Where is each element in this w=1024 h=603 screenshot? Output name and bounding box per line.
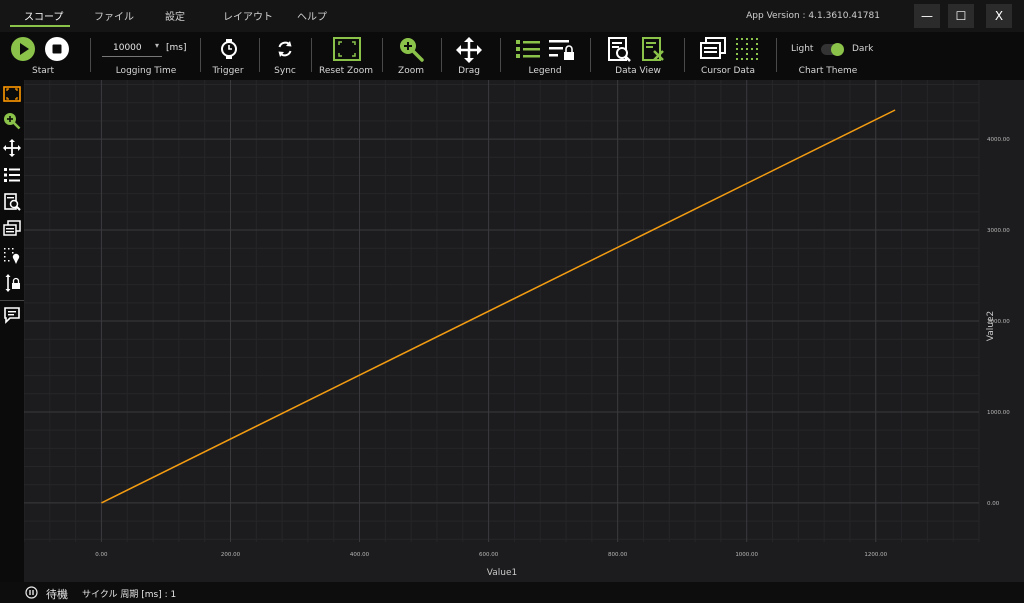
- theme-toggle-knob: [831, 43, 844, 56]
- close-button[interactable]: X: [986, 4, 1012, 28]
- drag-move-icon[interactable]: [456, 37, 482, 63]
- menu-bar: スコープ ファイル 設定 レイアウト ヘルプ App Version : 4.1…: [0, 0, 1024, 32]
- toolbar-separator: [590, 38, 591, 72]
- axis-lock-icon[interactable]: [3, 274, 21, 292]
- comment-icon[interactable]: [3, 306, 21, 324]
- theme-light-label: Light: [791, 44, 814, 54]
- legend-lock-icon[interactable]: [549, 39, 575, 61]
- toolbar-separator: [382, 38, 383, 72]
- menu-layout[interactable]: レイアウト: [223, 8, 273, 23]
- maximize-button[interactable]: ☐: [948, 4, 974, 28]
- reset-zoom-label: Reset Zoom: [319, 66, 373, 76]
- status-cycle: サイクル 周期 [ms] : 1: [82, 590, 177, 600]
- line-chart[interactable]: 0.00 200.00 400.00 600.00 800.00 1000.00 1200.…: [23, 80, 1024, 582]
- chevron-down-icon[interactable]: ▾: [155, 41, 159, 50]
- cursor-data-cards-icon[interactable]: [3, 220, 21, 238]
- toolbar-separator: [441, 38, 442, 72]
- cursor-data-label: Cursor Data: [701, 66, 755, 76]
- logging-input-underline: [102, 56, 162, 57]
- drag-label: Drag: [458, 66, 480, 76]
- x-axis-label: Value1: [487, 568, 517, 578]
- toolbar-separator: [776, 38, 777, 72]
- x-tick-label: 400.00: [350, 552, 370, 558]
- zoom-label: Zoom: [398, 66, 424, 76]
- zoom-in-icon[interactable]: [398, 36, 424, 62]
- y-tick-label: 1000.00: [987, 410, 1010, 416]
- y-tick-label: 4000.00: [987, 137, 1010, 143]
- menu-scope[interactable]: スコープ: [24, 8, 63, 23]
- pause-icon[interactable]: [25, 586, 38, 599]
- menu-help[interactable]: ヘルプ: [297, 8, 327, 23]
- x-tick-label: 200.00: [221, 552, 241, 558]
- plot-background: [24, 80, 979, 542]
- toolbar-separator: [684, 38, 685, 72]
- reset-zoom-icon[interactable]: [333, 37, 361, 61]
- toolbar-separator: [259, 38, 260, 72]
- reset-zoom-icon[interactable]: [3, 85, 21, 103]
- app-version: App Version : 4.1.3610.41781: [746, 11, 880, 21]
- x-tick-label: 0.00: [95, 552, 108, 558]
- minimize-button[interactable]: —: [914, 4, 940, 28]
- legend-label: Legend: [528, 66, 562, 76]
- sync-icon[interactable]: [275, 39, 295, 59]
- menu-settings[interactable]: 設定: [165, 8, 185, 23]
- x-tick-label: 1200.00: [864, 552, 887, 558]
- cursor-data-grid-icon[interactable]: [735, 37, 759, 61]
- start-label: Start: [32, 66, 54, 76]
- toolbar-separator: [311, 38, 312, 72]
- legend-list-icon[interactable]: [516, 39, 540, 59]
- cursor-data-cards-icon[interactable]: [700, 37, 726, 61]
- sidebar-separator: [0, 300, 24, 301]
- data-view-label: Data View: [615, 66, 661, 76]
- play-icon[interactable]: [10, 36, 36, 62]
- x-tick-label: 800.00: [608, 552, 628, 558]
- logging-time-label: Logging Time: [115, 66, 177, 76]
- toolbar-separator: [90, 38, 91, 72]
- logging-time-input[interactable]: 10000: [113, 43, 142, 53]
- chart-theme-label: Chart Theme: [798, 66, 858, 76]
- logging-unit: [ms]: [166, 43, 187, 53]
- left-sidebar: [0, 80, 24, 582]
- y-tick-label: 0.00: [987, 501, 1000, 507]
- chart-area[interactable]: 0.00 200.00 400.00 600.00 800.00 1000.00 1200.…: [23, 80, 1024, 582]
- status-state: 待機: [46, 588, 68, 601]
- x-tick-label: 1000.00: [735, 552, 758, 558]
- x-tick-label: 600.00: [479, 552, 499, 558]
- theme-toggle[interactable]: [821, 43, 844, 56]
- cursor-marker-icon[interactable]: [3, 247, 21, 265]
- theme-dark-label: Dark: [852, 44, 874, 54]
- toolbar-separator: [200, 38, 201, 72]
- toolbar-separator: [500, 38, 501, 72]
- y-tick-label: 3000.00: [987, 228, 1010, 234]
- stop-icon[interactable]: [44, 36, 70, 62]
- trigger-label: Trigger: [212, 66, 244, 76]
- data-view-clear-icon[interactable]: [642, 37, 666, 63]
- zoom-in-icon[interactable]: [3, 112, 21, 130]
- legend-list-icon[interactable]: [3, 166, 21, 184]
- drag-move-icon[interactable]: [3, 139, 21, 157]
- data-view-search-icon[interactable]: [3, 193, 21, 211]
- sync-label: Sync: [274, 66, 296, 76]
- toolbar: Start 10000 ▾ [ms] Logging Time Trigger …: [0, 32, 1024, 80]
- active-menu-indicator: [10, 25, 70, 27]
- data-view-search-icon[interactable]: [608, 37, 632, 63]
- y-axis-label: Value2: [986, 311, 996, 341]
- status-bar: 待機 サイクル 周期 [ms] : 1: [0, 582, 1024, 603]
- menu-file[interactable]: ファイル: [94, 8, 134, 23]
- trigger-icon[interactable]: [219, 38, 239, 60]
